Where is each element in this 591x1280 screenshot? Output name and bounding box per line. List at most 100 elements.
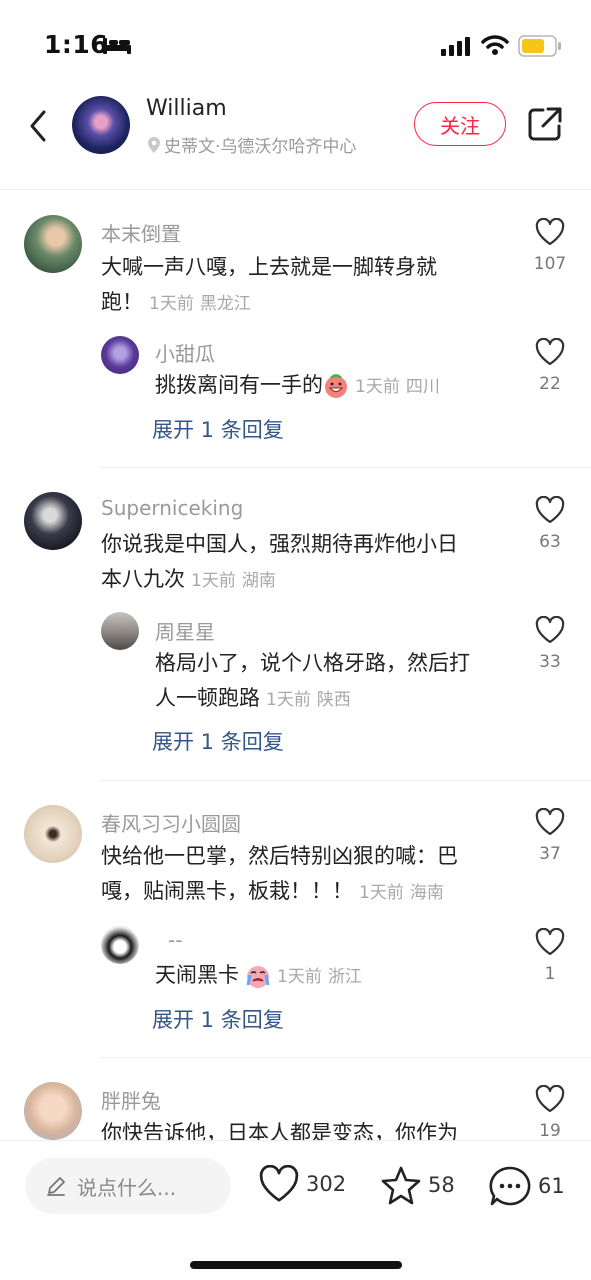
comment-time: 1天前 <box>149 294 194 314</box>
like-count: 107 <box>533 254 567 274</box>
thread-divider <box>100 467 591 468</box>
share-icon[interactable] <box>526 105 564 143</box>
commenter-name[interactable]: Superniceking <box>101 496 243 520</box>
heart-icon <box>535 615 565 644</box>
reply-location: 浙江 <box>327 967 362 987</box>
reply-text-line: 天闹黑卡 <box>155 963 239 987</box>
grin-face-emoji <box>325 374 347 398</box>
like-count: 1 <box>544 964 556 984</box>
home-indicator[interactable] <box>190 1261 402 1269</box>
status-time: 1:16 <box>44 30 109 59</box>
reply-text-line: 挑拨离间有一手的 <box>155 373 323 397</box>
crying-face-emoji <box>246 966 270 988</box>
expand-replies-link[interactable]: 展开 1 条回复 <box>152 414 284 444</box>
post-header: William 史蒂文·乌德沃尔哈齐中心 关注 <box>0 90 591 190</box>
reply-like-button[interactable]: 33 <box>525 615 575 672</box>
commenter-avatar[interactable] <box>24 805 82 863</box>
heart-icon <box>535 807 565 836</box>
follow-button[interactable]: 关注 <box>414 102 506 146</box>
commenter-avatar[interactable] <box>24 1082 82 1140</box>
comment-text-line: 你说我是中国人，强烈期待再炸他小日 <box>101 532 458 556</box>
collect-post-button[interactable]: 58 <box>380 1165 455 1205</box>
reply-like-button[interactable]: 22 <box>525 337 575 394</box>
reply-time: 1天前 <box>355 377 400 397</box>
post-comment-count: 61 <box>538 1174 565 1198</box>
star-icon <box>381 1166 421 1205</box>
author-location: 史蒂文·乌德沃尔哈齐中心 <box>164 137 357 157</box>
reply-text[interactable]: 天闹黑卡 1天前 浙江 <box>155 958 515 995</box>
post-star-count: 58 <box>428 1173 455 1197</box>
wifi-icon <box>481 35 509 55</box>
commenter-avatar[interactable] <box>24 215 82 273</box>
comment-location: 黑龙江 <box>199 294 251 314</box>
commenter-name[interactable]: 胖胖兔 <box>101 1085 161 1114</box>
commenter-name[interactable]: 本末倒置 <box>101 218 181 247</box>
cellular-signal-icon <box>441 37 470 56</box>
author-avatar[interactable] <box>72 96 130 154</box>
heart-icon <box>535 337 565 366</box>
like-count: 22 <box>539 374 561 394</box>
comment-location: 湖南 <box>241 571 276 591</box>
thread-divider <box>100 1057 591 1058</box>
like-count: 37 <box>539 844 561 864</box>
thread-divider <box>100 780 591 781</box>
heart-icon <box>259 1165 299 1202</box>
comment-time: 1天前 <box>191 571 236 591</box>
author-name[interactable]: William <box>146 96 227 121</box>
reply-avatar[interactable] <box>101 926 139 964</box>
heart-icon <box>535 217 565 246</box>
reply-text[interactable]: 挑拨离间有一手的 1天前 四川 <box>155 368 515 405</box>
reply-time: 1天前 <box>266 690 311 710</box>
like-count: 63 <box>539 532 561 552</box>
bottom-action-bar: 说点什么... 302 58 61 <box>0 1140 591 1280</box>
like-button[interactable]: 63 <box>525 495 575 552</box>
like-post-button[interactable]: 302 <box>258 1165 346 1203</box>
reply-location: 陕西 <box>316 690 351 710</box>
commenter-name[interactable]: 春风习习小圆圆 <box>101 808 241 837</box>
pencil-icon <box>47 1177 65 1196</box>
reply-name[interactable]: 小甜瓜 <box>155 338 215 367</box>
comment-time: 1天前 <box>359 883 404 903</box>
comment-bubble-icon <box>489 1166 531 1206</box>
like-count: 19 <box>539 1121 561 1141</box>
like-count: 33 <box>539 652 561 672</box>
reply-text-line: 格局小了，说个八格牙路，然后打 <box>155 651 470 675</box>
comment-input-placeholder: 说点什么... <box>77 1175 177 1200</box>
comment-text[interactable]: 大喊一声八嘎，上去就是一脚转身就 跑！ 1天前 黑龙江 <box>101 250 511 322</box>
reply-avatar[interactable] <box>101 612 139 650</box>
reply-text-line: 人一顿跑路 <box>155 686 260 710</box>
commenter-avatar[interactable] <box>24 492 82 550</box>
heart-icon <box>535 1084 565 1113</box>
battery-icon <box>518 35 561 57</box>
reply-name[interactable]: 周星星 <box>155 616 215 645</box>
status-bar: 1:16 <box>0 0 591 90</box>
like-button[interactable]: 19 <box>525 1084 575 1141</box>
like-button[interactable]: 107 <box>525 217 575 274</box>
like-button[interactable]: 37 <box>525 807 575 864</box>
comment-text[interactable]: 快给他一巴掌，然后特别凶狠的喊：巴 嘎，贴闹黑卡，板栽！！！ 1天前 海南 <box>101 839 511 911</box>
reply-time: 1天前 <box>277 967 322 987</box>
back-arrow-icon[interactable] <box>22 106 56 146</box>
reply-text[interactable]: 格局小了，说个八格牙路，然后打 人一顿跑路 1天前 陕西 <box>155 646 515 718</box>
sleep-mode-icon <box>103 38 131 54</box>
heart-icon <box>535 927 565 956</box>
comment-text-line: 嘎，贴闹黑卡，板栽！！！ <box>101 879 353 903</box>
comment-text-line: 快给他一巴掌，然后特别凶狠的喊：巴 <box>101 844 458 868</box>
comment-location: 海南 <box>409 883 444 903</box>
comment-text-line: 本八九次 <box>101 567 185 591</box>
comment-text-line: 大喊一声八嘎，上去就是一脚转身就 <box>101 255 437 279</box>
expand-replies-link[interactable]: 展开 1 条回复 <box>152 726 284 756</box>
comment-post-button[interactable]: 61 <box>488 1165 565 1207</box>
expand-replies-link[interactable]: 展开 1 条回复 <box>152 1004 284 1034</box>
reply-location: 四川 <box>405 377 440 397</box>
heart-icon <box>535 495 565 524</box>
location-pin-icon <box>148 136 160 153</box>
reply-name[interactable]: -- <box>168 928 182 952</box>
comment-input[interactable]: 说点什么... <box>25 1158 231 1214</box>
reply-like-button[interactable]: 1 <box>525 927 575 984</box>
author-location-row: 史蒂文·乌德沃尔哈齐中心 <box>146 132 356 157</box>
reply-avatar[interactable] <box>101 336 139 374</box>
comment-text[interactable]: 你说我是中国人，强烈期待再炸他小日 本八九次 1天前 湖南 <box>101 527 511 599</box>
post-like-count: 302 <box>306 1172 347 1196</box>
comment-text-line: 跑！ <box>101 290 143 314</box>
